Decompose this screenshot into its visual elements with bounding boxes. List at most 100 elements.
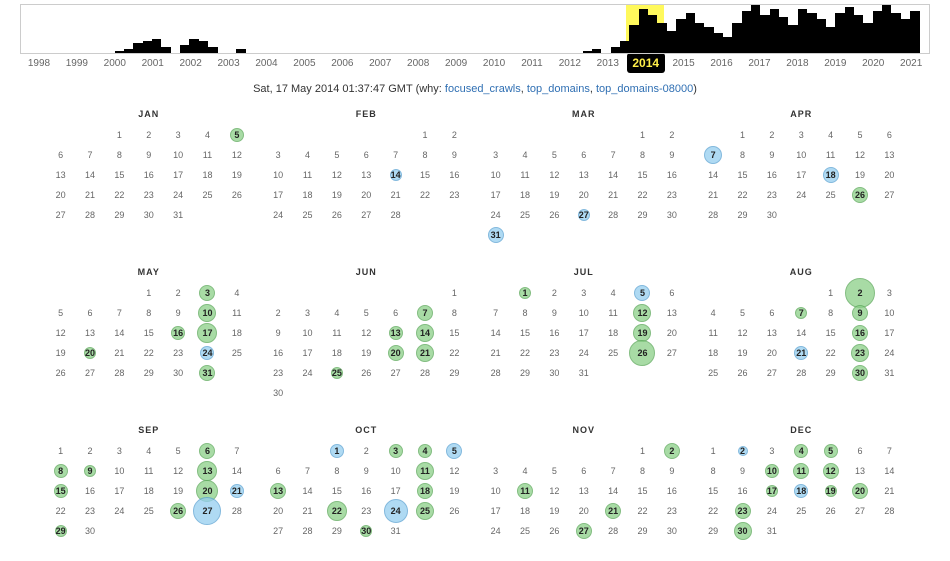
day-cell[interactable]: 3 [193,283,222,303]
day-cell[interactable]: 31 [193,363,222,383]
day-cell[interactable]: 16 [163,323,192,343]
day-cell[interactable]: 23 [845,343,874,363]
day-number: 10 [767,466,777,476]
day-cell[interactable]: 31 [481,225,510,245]
day-cell[interactable]: 25 [322,363,351,383]
day-cell[interactable]: 21 [598,501,627,521]
year-label[interactable]: 2006 [323,54,361,73]
day-cell[interactable]: 27 [569,521,598,541]
day-cell[interactable]: 6 [193,441,222,461]
day-cell[interactable]: 8 [46,461,75,481]
day-cell[interactable]: 20 [381,343,410,363]
year-label[interactable]: 2014 [627,53,665,73]
year-label[interactable]: 2017 [741,54,779,73]
year-timeline[interactable] [20,4,930,54]
year-label[interactable]: 2007 [361,54,399,73]
day-cell[interactable]: 18 [787,481,816,501]
day-cell[interactable]: 18 [410,481,439,501]
day-cell[interactable]: 24 [381,501,410,521]
why-link[interactable]: top_domains [527,83,590,95]
day-cell[interactable]: 12 [628,303,657,323]
day-cell[interactable]: 26 [628,343,657,363]
day-cell[interactable]: 16 [845,323,874,343]
day-cell[interactable]: 9 [75,461,104,481]
day-number: 25 [520,210,530,220]
day-cell[interactable]: 26 [845,185,874,205]
day-cell[interactable]: 30 [728,521,757,541]
day-cell[interactable]: 2 [845,283,874,303]
day-cell[interactable]: 10 [193,303,222,323]
day-cell[interactable]: 11 [510,481,539,501]
day-cell[interactable]: 9 [845,303,874,323]
day-cell[interactable]: 30 [352,521,381,541]
day-cell[interactable]: 30 [845,363,874,383]
day-cell[interactable]: 1 [322,441,351,461]
day-cell[interactable]: 17 [757,481,786,501]
day-cell[interactable]: 7 [699,145,728,165]
day-cell[interactable]: 12 [816,461,845,481]
year-label[interactable]: 2000 [96,54,134,73]
day-cell[interactable]: 21 [222,481,251,501]
day-cell[interactable]: 23 [728,501,757,521]
why-link[interactable]: focused_crawls [445,83,521,95]
day-cell[interactable]: 21 [410,343,439,363]
why-link[interactable]: top_domains-08000 [596,83,693,95]
year-label[interactable]: 2008 [399,54,437,73]
day-cell[interactable]: 18 [816,165,845,185]
day-cell[interactable]: 13 [193,461,222,481]
day-cell[interactable]: 7 [410,303,439,323]
year-label[interactable]: 2015 [665,54,703,73]
day-cell[interactable]: 27 [569,205,598,225]
day-cell[interactable]: 5 [628,283,657,303]
day-cell[interactable]: 3 [381,441,410,461]
day-cell[interactable]: 14 [410,323,439,343]
day-cell[interactable]: 20 [75,343,104,363]
year-label[interactable]: 2011 [513,54,551,73]
day-cell[interactable]: 24 [193,343,222,363]
year-label[interactable]: 2018 [778,54,816,73]
year-label[interactable]: 2019 [816,54,854,73]
day-cell[interactable]: 5 [816,441,845,461]
day-cell[interactable]: 5 [222,125,251,145]
day-cell[interactable]: 17 [193,323,222,343]
day-cell[interactable]: 7 [787,303,816,323]
timeline-bar [779,17,788,53]
day-cell[interactable]: 27 [193,501,222,521]
year-label[interactable]: 2002 [172,54,210,73]
day-cell[interactable]: 21 [787,343,816,363]
day-cell[interactable]: 15 [46,481,75,501]
year-label[interactable]: 2004 [248,54,286,73]
day-cell[interactable]: 1 [510,283,539,303]
day-number: 9 [740,466,745,476]
day-cell[interactable]: 26 [163,501,192,521]
day-cell[interactable]: 22 [322,501,351,521]
day-cell[interactable]: 11 [787,461,816,481]
day-cell[interactable]: 19 [816,481,845,501]
day-cell[interactable]: 11 [410,461,439,481]
year-label[interactable]: 2016 [703,54,741,73]
day-cell[interactable]: 20 [845,481,874,501]
year-label[interactable]: 1999 [58,54,96,73]
day-cell[interactable]: 10 [757,461,786,481]
year-label[interactable]: 2020 [854,54,892,73]
year-label[interactable]: 2012 [551,54,589,73]
day-cell[interactable]: 25 [410,501,439,521]
day-cell[interactable]: 13 [381,323,410,343]
week-row: 891011121314 [699,461,905,481]
year-label[interactable]: 2021 [892,54,930,73]
day-cell[interactable]: 13 [264,481,293,501]
day-cell[interactable]: 29 [46,521,75,541]
day-cell[interactable]: 5 [440,441,469,461]
day-cell[interactable]: 2 [728,441,757,461]
year-label[interactable]: 1998 [20,54,58,73]
day-cell[interactable]: 14 [381,165,410,185]
year-label[interactable]: 2013 [589,54,627,73]
year-label[interactable]: 2010 [475,54,513,73]
day-cell[interactable]: 4 [410,441,439,461]
year-label[interactable]: 2003 [210,54,248,73]
year-label[interactable]: 2001 [134,54,172,73]
year-label[interactable]: 2005 [285,54,323,73]
year-label[interactable]: 2009 [437,54,475,73]
day-cell[interactable]: 4 [787,441,816,461]
day-cell[interactable]: 2 [657,441,686,461]
